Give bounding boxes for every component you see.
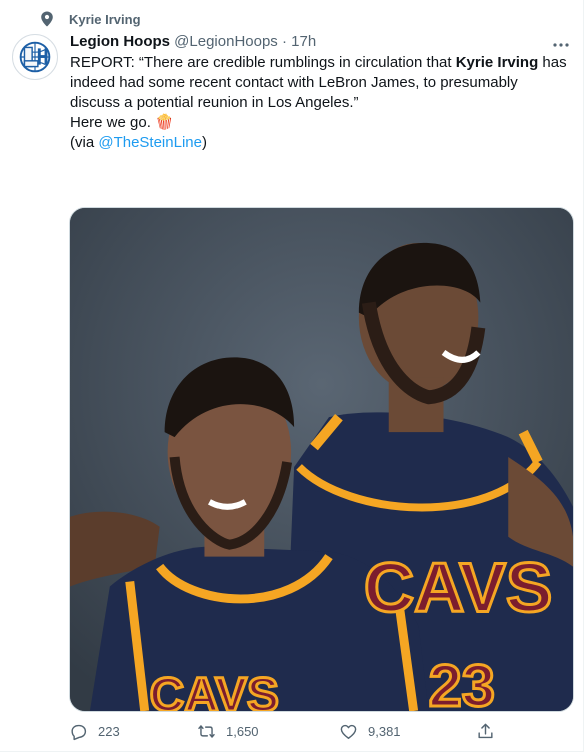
tweet-paragraph-1: REPORT: “There are credible rumblings in… <box>70 54 567 111</box>
svg-text:CAVS: CAVS <box>150 669 279 711</box>
author-handle[interactable]: @LegionHoops <box>174 33 278 50</box>
svg-text:CAVS: CAVS <box>364 548 553 626</box>
like-button[interactable]: 9,381 <box>339 722 401 741</box>
location-pin-icon <box>41 11 53 27</box>
reply-count: 223 <box>98 724 120 739</box>
legion-hoops-logo <box>13 35 57 79</box>
reply-icon <box>71 724 87 741</box>
separator-dot: · <box>281 33 287 50</box>
topic-context[interactable]: Kyrie Irving <box>41 10 141 28</box>
like-count: 9,381 <box>368 724 401 739</box>
avatar[interactable] <box>12 34 58 80</box>
author-name[interactable]: Legion Hoops <box>70 33 170 50</box>
heart-icon <box>340 724 357 739</box>
share-icon <box>478 723 493 739</box>
topic-label: Kyrie Irving <box>69 11 141 27</box>
more-dots-icon <box>553 43 569 47</box>
photo-kyrie-lebron-cavs: CAVS CAVS 23 <box>70 208 573 711</box>
tweet-photo[interactable]: CAVS CAVS 23 <box>69 207 574 712</box>
retweet-button[interactable]: 1,650 <box>197 722 259 741</box>
svg-text:23: 23 <box>429 652 495 711</box>
tweet-body: REPORT: “There are credible rumblings in… <box>70 53 570 153</box>
retweet-icon <box>198 725 215 738</box>
tweet-paragraph-2: Here we go. 🍿 <box>70 114 174 131</box>
tweet-timestamp[interactable]: 17h <box>291 33 316 50</box>
share-button[interactable] <box>476 722 505 741</box>
tweet-actions: 223 1,650 9,381 <box>69 722 499 746</box>
tweet-header: Legion Hoops @LegionHoops · 17h <box>70 33 316 50</box>
bold-name: Kyrie Irving <box>455 54 539 71</box>
mention-link[interactable]: @TheSteinLine <box>98 134 202 151</box>
reply-button[interactable]: 223 <box>69 722 120 741</box>
tweet-paragraph-3: (via @TheSteinLine) <box>70 134 207 151</box>
retweet-count: 1,650 <box>226 724 259 739</box>
